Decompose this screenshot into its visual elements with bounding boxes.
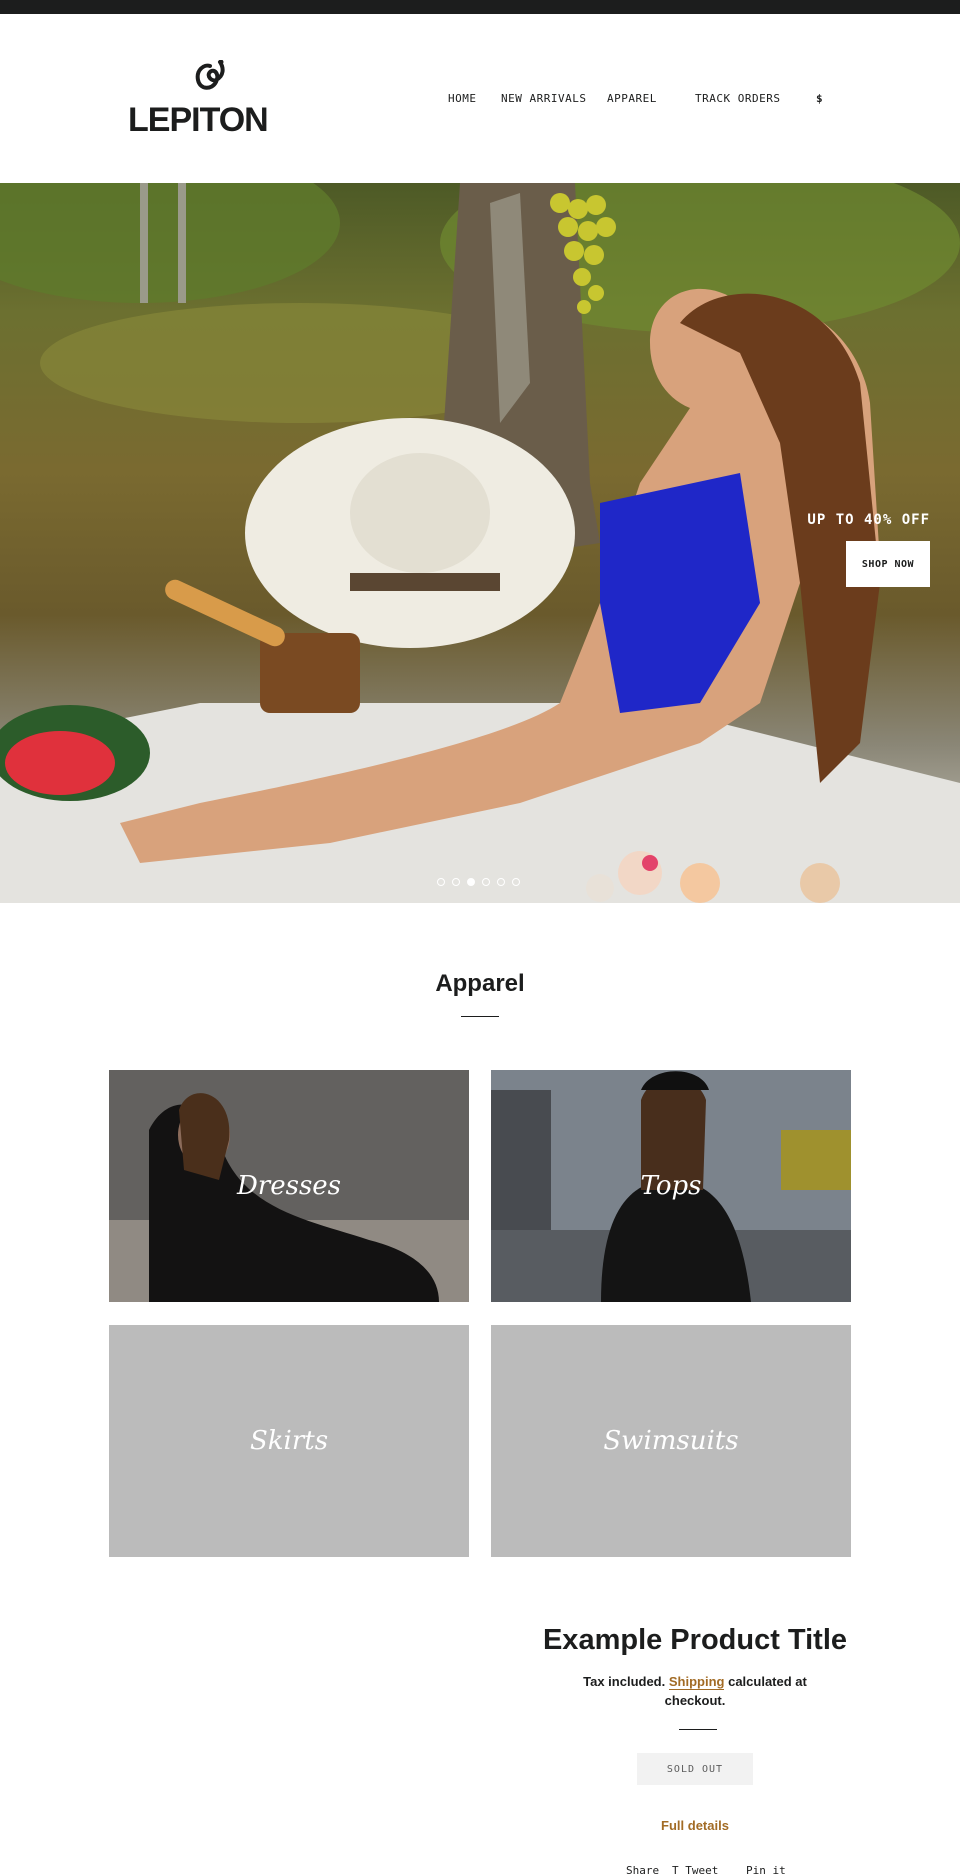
announcement-bar: [0, 0, 960, 14]
social-share: Share T Tweet Pin it: [620, 1864, 790, 1875]
share-pinterest-link[interactable]: Pin it: [746, 1864, 786, 1875]
nav-apparel[interactable]: APPAREL: [607, 92, 657, 105]
collection-tile-dresses[interactable]: Dresses: [109, 1070, 469, 1302]
full-details-link[interactable]: Full details: [640, 1818, 750, 1833]
tax-prefix: Tax included.: [583, 1674, 666, 1689]
main-nav: HOME NEW ARRIVALS APPAREL TRACK ORDERS $: [0, 92, 960, 108]
nav-new-arrivals[interactable]: NEW ARRIVALS: [501, 92, 586, 105]
slide-dot[interactable]: [437, 878, 445, 886]
tile-label-swimsuits: Swimsuits: [603, 1426, 739, 1456]
collection-tile-skirts[interactable]: Skirts: [109, 1325, 469, 1557]
currency-selector[interactable]: $: [816, 92, 823, 105]
tile-label-skirts: Skirts: [249, 1426, 329, 1456]
hero-slideshow: UP TO 40% OFF SHOP NOW: [0, 183, 960, 903]
product-divider: [679, 1729, 717, 1730]
slide-dot-active[interactable]: [467, 878, 475, 886]
sold-out-button[interactable]: SOLD OUT: [637, 1753, 753, 1785]
tile-label-dresses: Dresses: [236, 1171, 342, 1201]
shop-now-button[interactable]: SHOP NOW: [846, 541, 930, 587]
shipping-link[interactable]: Shipping: [668, 1674, 725, 1690]
product-title: Example Product Title: [542, 1624, 848, 1656]
collection-tile-swimsuits[interactable]: Swimsuits: [491, 1325, 851, 1557]
share-twitter-link[interactable]: T Tweet: [672, 1864, 718, 1875]
nav-home[interactable]: HOME: [448, 92, 477, 105]
share-facebook-link[interactable]: Share: [626, 1864, 659, 1875]
tile-label-tops: Tops: [640, 1171, 702, 1201]
hero-caption: UP TO 40% OFF: [807, 512, 930, 528]
title-divider: [461, 1016, 499, 1017]
nav-track-orders[interactable]: TRACK ORDERS: [695, 92, 780, 105]
slide-dot[interactable]: [497, 878, 505, 886]
hero-image: [0, 183, 960, 903]
tax-note: Tax included. Shipping calculated at che…: [580, 1672, 810, 1710]
collection-tile-tops[interactable]: Tops: [491, 1070, 851, 1302]
collection-title: Apparel: [435, 970, 525, 997]
slide-dot[interactable]: [512, 878, 520, 886]
slide-dot[interactable]: [452, 878, 460, 886]
slide-dot[interactable]: [482, 878, 490, 886]
